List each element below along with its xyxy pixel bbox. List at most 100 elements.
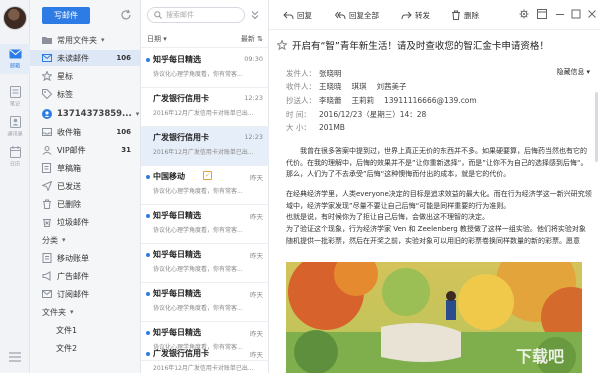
notes-icon <box>8 86 22 98</box>
list-item[interactable]: 知乎每日精选 昨天 协议化心理学角度看，你有常客... <box>141 244 269 283</box>
category-item[interactable]: 移动账单 <box>30 250 141 266</box>
folder-drafts[interactable]: 草稿箱 <box>30 160 141 176</box>
folder-deleted[interactable]: 已删除 <box>30 196 141 212</box>
spam-icon <box>42 217 52 227</box>
maximize-icon[interactable] <box>571 9 581 19</box>
unread-dot <box>146 292 150 296</box>
search-box[interactable] <box>147 7 245 23</box>
refresh-icon[interactable] <box>120 9 132 21</box>
sort-order[interactable]: 最新 ⇅ <box>241 34 263 44</box>
sort-bar: 日期 ▾ 最新 ⇅ <box>141 30 269 48</box>
folder-group-label: 常用文件夹 <box>57 35 97 45</box>
reader-toolbar: 回复 回复全部 转发 删除 <box>269 0 600 30</box>
star-icon[interactable] <box>276 39 288 51</box>
mail-snippet: 协议化心理学角度看，你有常客... <box>153 71 243 78</box>
category-group-label: 分类 <box>42 235 58 245</box>
sent-time: 2016/12/23（星期三）14：28 <box>319 110 427 119</box>
rail-item-calendar[interactable]: 日历 <box>0 142 30 172</box>
list-item[interactable]: 知乎每日精选 昨天 协议化心理学角度看，你有常客... <box>141 283 269 322</box>
search-input[interactable] <box>166 11 236 19</box>
meta-key: 大 小： <box>286 123 311 132</box>
mail-snippet: 协议化心理学角度看，你有常客... <box>153 227 243 234</box>
list-item[interactable]: 知乎每日精选 09:30 协议化心理学角度看，你有常客... <box>141 49 269 88</box>
sort-field[interactable]: 日期 ▾ <box>147 34 167 44</box>
list-item[interactable]: 知乎每日精选 昨天 协议化心理学角度看，你有常客... <box>141 205 269 244</box>
draft-icon <box>42 163 52 173</box>
hamburger-menu-icon[interactable] <box>9 352 21 362</box>
recipient[interactable]: 刘茜美子 <box>377 81 407 92</box>
scrollbar[interactable] <box>595 92 598 162</box>
folder-unread[interactable]: 未读邮件 106 <box>30 50 141 66</box>
unread-dot <box>146 175 150 179</box>
gear-icon[interactable] <box>519 9 529 19</box>
rail-item-label: 通讯录 <box>7 131 23 138</box>
folder-starred[interactable]: 星标 <box>30 68 141 84</box>
unread-count: 31 <box>121 146 131 154</box>
unread-dot <box>146 214 150 218</box>
mail-snippet: 2016年12月广发信用卡对账单已出... <box>153 110 254 117</box>
bill-icon <box>42 253 52 263</box>
meta-size: 大 小： 201MB <box>286 122 355 133</box>
list-item[interactable]: 广发银行信用卡 12:23 2016年12月广发信用卡对账单已出... <box>141 88 269 127</box>
inbox-icon <box>42 127 52 137</box>
folder-vip[interactable]: VIP邮件 31 <box>30 142 141 158</box>
reply-button[interactable]: 回复 <box>283 8 312 22</box>
mail-size: 201MB <box>319 123 345 132</box>
rail-item-label: 日历 <box>9 161 21 168</box>
forward-button[interactable]: 转发 <box>401 8 430 22</box>
close-icon[interactable] <box>587 9 597 19</box>
list-item[interactable]: 广发银行信用卡 昨天 2016年12月广发信用卡对账单已出... <box>141 343 269 373</box>
list-item[interactable]: 中国移动 ✓ 昨天 协议化心理学角度看，你有常客... <box>141 166 269 205</box>
mail-time: 12:23 <box>244 133 263 141</box>
recipient[interactable]: 王晓晓 <box>319 81 342 92</box>
hide-detail-toggle[interactable]: 隐藏信息 ▾ <box>556 67 590 77</box>
mail-time: 昨天 <box>250 291 263 299</box>
category-item[interactable]: 订阅邮件 <box>30 286 141 302</box>
mail-icon <box>8 48 22 60</box>
file-group[interactable]: 文件夹 ▾ <box>30 304 141 320</box>
sender-name[interactable]: 张晓明 <box>319 68 342 79</box>
body-paragraph: 为了验证这个现象，行为经济学家 Ven 和 Zeelenberg 教授做了这样一… <box>286 225 586 245</box>
star-icon <box>42 71 52 81</box>
rail-item-mail[interactable]: 邮箱 <box>0 44 30 74</box>
folder-tags[interactable]: 标签 <box>30 86 141 102</box>
file-folder-item[interactable]: 文件1 <box>30 322 141 338</box>
recipient[interactable]: 琪琪 <box>352 81 367 92</box>
account-header[interactable]: 13714373859... ▾ <box>30 106 141 122</box>
compose-button[interactable]: 写邮件 <box>42 7 90 24</box>
reply-all-button[interactable]: 回复全部 <box>335 8 379 22</box>
delete-label: 删除 <box>464 10 479 20</box>
unread-count: 106 <box>116 54 131 62</box>
rail-item-contacts[interactable]: 通讯录 <box>0 112 30 142</box>
folder-inbox[interactable]: 收件箱 106 <box>30 124 141 140</box>
folder-label: 草稿箱 <box>57 163 81 173</box>
rail-item-notes[interactable]: 笔记 <box>0 82 30 112</box>
cc-recipient[interactable]: 李晓蕾 <box>319 95 342 106</box>
window-icon[interactable] <box>537 9 547 19</box>
folder-group-common[interactable]: 常用文件夹 ▾ <box>30 32 141 48</box>
list-item-selected[interactable]: 广发银行信用卡 12:23 2016年12月广发信用卡对账单已出... <box>141 127 269 166</box>
minimize-icon[interactable] <box>555 9 565 19</box>
category-group[interactable]: 分类 ▾ <box>30 232 141 248</box>
folder-sent[interactable]: 已发送 <box>30 178 141 194</box>
reply-all-icon <box>335 10 346 21</box>
delete-button[interactable]: 删除 <box>450 8 479 22</box>
flag-icon: ✓ <box>203 171 212 180</box>
folder-label: 未读邮件 <box>57 53 89 63</box>
mail-snippet: 协议化心理学角度看，你有常客... <box>153 266 243 273</box>
cc-recipient[interactable]: 王莉莉 <box>352 95 375 106</box>
meta-key: 时 间： <box>286 110 311 119</box>
mail-snippet: 2016年12月广发信用卡对账单已出... <box>153 365 254 372</box>
avatar[interactable] <box>3 6 27 30</box>
account-icon <box>42 109 52 119</box>
category-item[interactable]: 广告邮件 <box>30 268 141 284</box>
forward-label: 转发 <box>415 10 430 20</box>
send-icon <box>42 181 52 191</box>
file-folder-item[interactable]: 文件2 <box>30 340 141 356</box>
folder-label: 已发送 <box>57 181 81 191</box>
cc-recipient[interactable]: 13911116666@139.com <box>384 96 477 105</box>
mail-snippet: 协议化心理学角度看，你有常客... <box>153 305 243 312</box>
double-chevron-down-icon[interactable] <box>249 9 261 21</box>
mail-sender: 广发银行信用卡 <box>153 133 209 142</box>
folder-spam[interactable]: 垃圾邮件 <box>30 214 141 230</box>
